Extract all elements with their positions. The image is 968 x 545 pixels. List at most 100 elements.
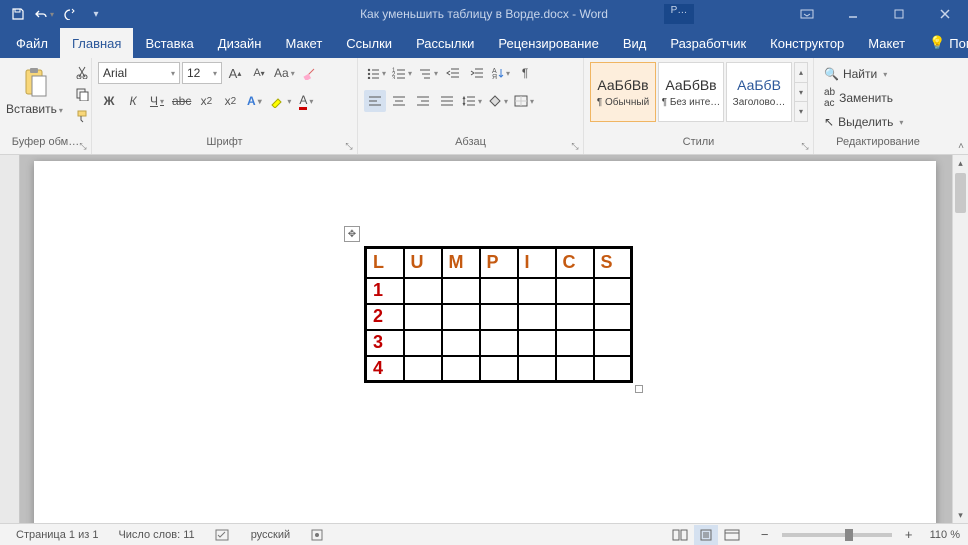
table-cell[interactable]: C — [556, 248, 594, 278]
tab-view[interactable]: Вид — [611, 28, 659, 58]
styles-scroll-up[interactable]: ▴ — [795, 63, 807, 83]
table-cell[interactable]: L — [366, 248, 404, 278]
line-spacing-button[interactable] — [460, 90, 484, 112]
table-cell[interactable] — [556, 356, 594, 382]
superscript-button[interactable]: x2 — [219, 90, 241, 112]
table-cell[interactable]: P — [480, 248, 518, 278]
table-cell[interactable]: S — [594, 248, 632, 278]
save-button[interactable] — [6, 2, 30, 26]
collapse-ribbon-button[interactable]: ˄ — [958, 141, 964, 152]
table-cell[interactable]: U — [404, 248, 442, 278]
qat-customize-button[interactable]: ▾ — [84, 2, 108, 26]
table-cell[interactable] — [404, 356, 442, 382]
view-print-layout[interactable] — [694, 525, 718, 545]
table-cell[interactable] — [518, 304, 556, 330]
tab-home[interactable]: Главная — [60, 28, 133, 58]
close-button[interactable] — [922, 0, 968, 28]
cut-button[interactable] — [71, 62, 93, 82]
table-cell[interactable]: 3 — [366, 330, 404, 356]
table-cell[interactable]: 4 — [366, 356, 404, 382]
table-cell[interactable] — [442, 304, 480, 330]
table-cell[interactable] — [518, 356, 556, 382]
strikethrough-button[interactable]: abc — [170, 90, 193, 112]
document-table[interactable]: L U M P I C S 1 2 3 4 — [364, 246, 633, 383]
tab-references[interactable]: Ссылки — [334, 28, 404, 58]
bold-button[interactable]: Ж — [98, 90, 120, 112]
bullets-button[interactable] — [364, 62, 388, 84]
scroll-up-button[interactable]: ▴ — [953, 155, 968, 171]
style-no-spacing[interactable]: АаБбВв¶ Без инте… — [658, 62, 724, 122]
table-cell[interactable] — [404, 304, 442, 330]
table-cell[interactable] — [594, 356, 632, 382]
table-cell[interactable] — [594, 330, 632, 356]
tab-table-design[interactable]: Конструктор — [758, 28, 856, 58]
table-cell[interactable] — [518, 330, 556, 356]
font-color-button[interactable]: A — [295, 90, 317, 112]
tab-insert[interactable]: Вставка — [133, 28, 205, 58]
decrease-indent-button[interactable] — [442, 62, 464, 84]
table-cell[interactable] — [556, 304, 594, 330]
table-row[interactable]: 1 — [366, 278, 632, 304]
justify-button[interactable] — [436, 90, 458, 112]
status-word-count[interactable]: Число слов: 11 — [108, 529, 204, 541]
table-cell[interactable] — [480, 304, 518, 330]
select-button[interactable]: ↖Выделить — [820, 112, 907, 132]
zoom-in-button[interactable]: + — [900, 527, 918, 542]
sort-button[interactable]: AЯ — [490, 62, 512, 84]
table-row[interactable]: 3 — [366, 330, 632, 356]
table-cell[interactable] — [404, 278, 442, 304]
subscript-button[interactable]: x2 — [195, 90, 217, 112]
tab-file[interactable]: Файл — [4, 28, 60, 58]
tab-tell-me[interactable]: 💡Помощн — [917, 28, 968, 58]
shading-button[interactable] — [486, 90, 510, 112]
table-cell[interactable] — [442, 330, 480, 356]
tab-design[interactable]: Дизайн — [206, 28, 274, 58]
table-cell[interactable] — [404, 330, 442, 356]
tab-review[interactable]: Рецензирование — [486, 28, 610, 58]
align-left-button[interactable] — [364, 90, 386, 112]
table-cell[interactable] — [442, 278, 480, 304]
status-spellcheck[interactable] — [205, 528, 241, 542]
table-cell[interactable] — [518, 278, 556, 304]
show-marks-button[interactable]: ¶ — [514, 62, 536, 84]
style-normal[interactable]: АаБбВв¶ Обычный — [590, 62, 656, 122]
table-cell[interactable] — [480, 330, 518, 356]
table-cell[interactable] — [442, 356, 480, 382]
status-page[interactable]: Страница 1 из 1 — [6, 529, 108, 541]
copy-button[interactable] — [71, 84, 93, 104]
clear-formatting-button[interactable] — [299, 62, 321, 84]
tab-layout[interactable]: Макет — [273, 28, 334, 58]
view-web-layout[interactable] — [720, 525, 744, 545]
paste-button[interactable] — [17, 62, 51, 102]
redo-button[interactable] — [58, 2, 82, 26]
font-name-combo[interactable]: Arial▾ — [98, 62, 180, 84]
zoom-slider[interactable] — [782, 533, 892, 537]
table-header-row[interactable]: L U M P I C S — [366, 248, 632, 278]
table-cell[interactable] — [556, 330, 594, 356]
grow-font-button[interactable]: A▴ — [224, 62, 246, 84]
italic-button[interactable]: К — [122, 90, 144, 112]
table-row[interactable]: 4 — [366, 356, 632, 382]
table-resize-handle[interactable] — [635, 385, 643, 393]
font-size-combo[interactable]: 12▾ — [182, 62, 222, 84]
shrink-font-button[interactable]: A▾ — [248, 62, 270, 84]
table-cell[interactable] — [556, 278, 594, 304]
style-heading1[interactable]: АаБбВЗаголово… — [726, 62, 792, 122]
status-macro[interactable] — [300, 528, 334, 542]
styles-launcher[interactable]: ⤡ — [799, 140, 811, 152]
highlight-button[interactable] — [267, 90, 293, 112]
scroll-thumb[interactable] — [955, 173, 966, 213]
view-read-mode[interactable] — [668, 525, 692, 545]
paragraph-launcher[interactable]: ⤡ — [569, 140, 581, 152]
tab-table-layout[interactable]: Макет — [856, 28, 917, 58]
styles-scroll-down[interactable]: ▾ — [795, 83, 807, 103]
replace-button[interactable]: abacЗаменить — [820, 88, 907, 108]
zoom-out-button[interactable]: − — [756, 527, 774, 542]
table-cell[interactable]: I — [518, 248, 556, 278]
table-cell[interactable] — [594, 304, 632, 330]
tab-developer[interactable]: Разработчик — [658, 28, 758, 58]
zoom-slider-thumb[interactable] — [845, 529, 853, 541]
status-language[interactable]: русский — [241, 529, 300, 541]
styles-expand[interactable]: ▾ — [795, 102, 807, 121]
borders-button[interactable] — [512, 90, 536, 112]
